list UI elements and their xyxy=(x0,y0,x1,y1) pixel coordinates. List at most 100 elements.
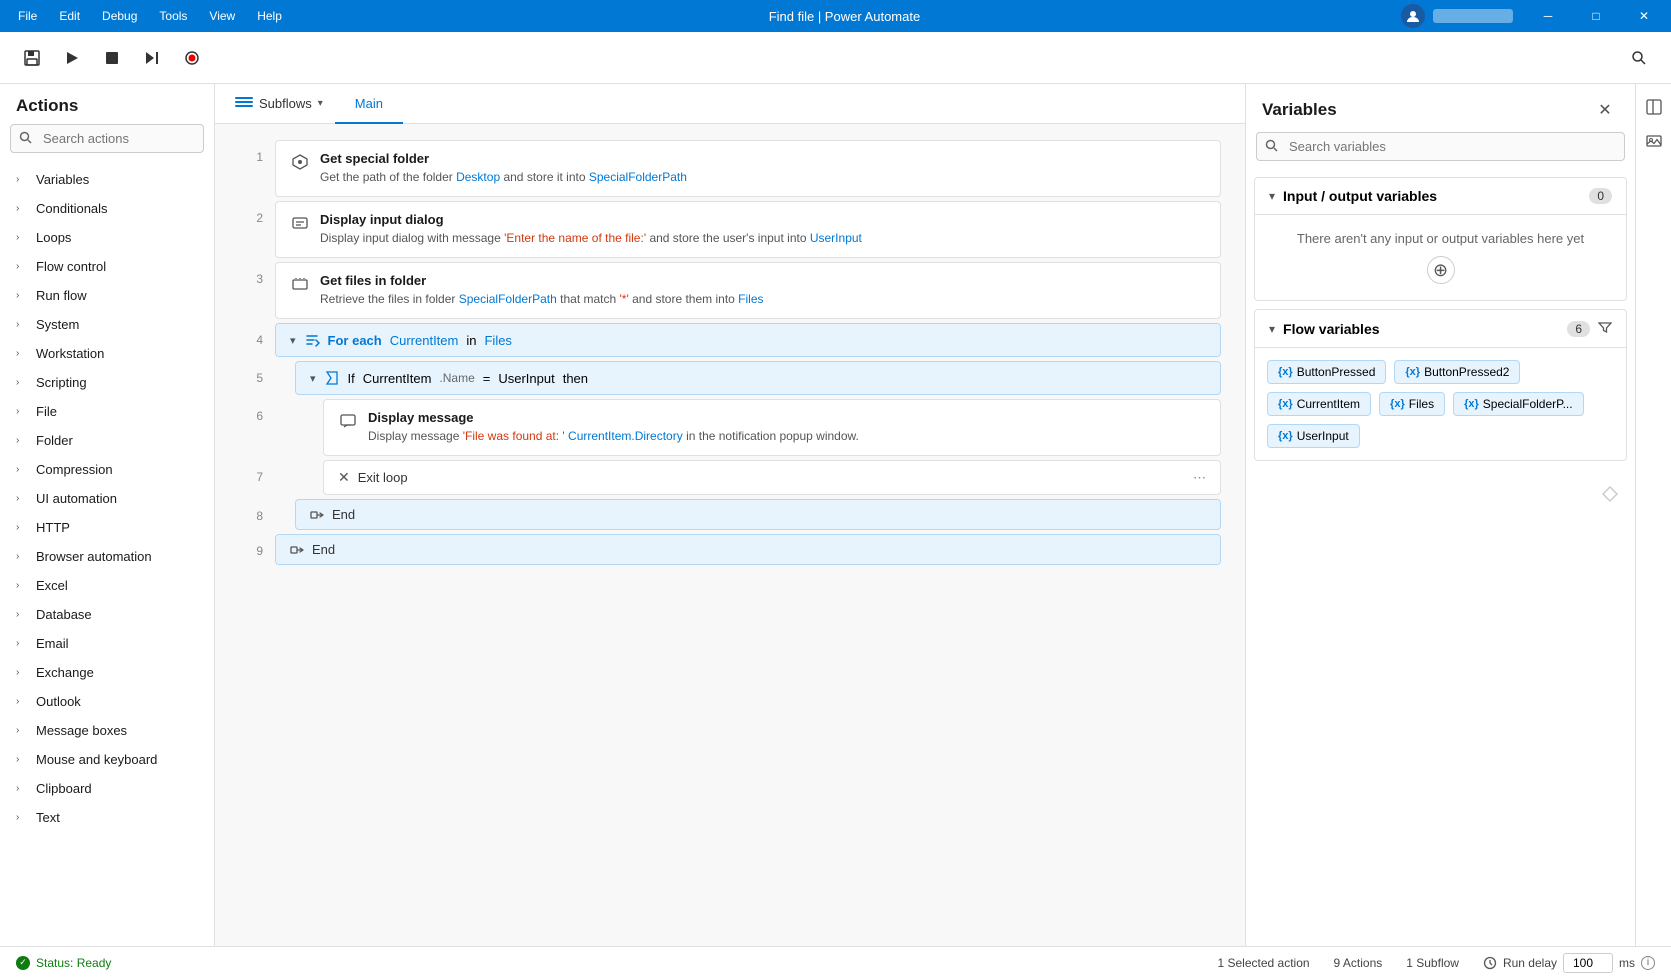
stop-button[interactable] xyxy=(96,42,128,74)
group-scripting[interactable]: Scripting xyxy=(0,368,214,397)
group-loops[interactable]: Loops xyxy=(0,223,214,252)
empty-message: There aren't any input or output variabl… xyxy=(1297,231,1584,246)
step-3: 3 Get files in folder Retrieve the files… xyxy=(239,262,1221,319)
group-conditionals[interactable]: Conditionals xyxy=(0,194,214,223)
group-outlook[interactable]: Outlook xyxy=(0,687,214,716)
step-card-1[interactable]: Get special folder Get the path of the f… xyxy=(275,140,1221,197)
record-button[interactable] xyxy=(176,42,208,74)
actions-search-input[interactable] xyxy=(10,124,204,153)
chevron-right-icon xyxy=(16,812,28,823)
group-mouseandkeyboard[interactable]: Mouse and keyboard xyxy=(0,745,214,774)
end-if-block[interactable]: End xyxy=(295,499,1221,530)
var-chip-currentitem[interactable]: {x} CurrentItem xyxy=(1267,392,1371,416)
group-folder[interactable]: Folder xyxy=(0,426,214,455)
run-button[interactable] xyxy=(56,42,88,74)
exit-loop-block[interactable]: ✕ Exit loop ⋯ xyxy=(323,460,1221,495)
group-workstation[interactable]: Workstation xyxy=(0,339,214,368)
group-clipboard[interactable]: Clipboard xyxy=(0,774,214,803)
menu-help[interactable]: Help xyxy=(247,5,292,27)
flow-variables-section: ▾ Flow variables 6 {x} ButtonPressed xyxy=(1254,309,1627,461)
menu-edit[interactable]: Edit xyxy=(49,5,90,27)
input-output-chevron-icon[interactable]: ▾ xyxy=(1269,189,1275,203)
flow-variables-header[interactable]: ▾ Flow variables 6 xyxy=(1255,310,1626,347)
tab-main[interactable]: Main xyxy=(335,84,403,124)
step-icon-1 xyxy=(290,152,310,172)
desc-var-specialfolderpath: SpecialFolderPath xyxy=(589,170,687,184)
end-foreach-block[interactable]: End xyxy=(275,534,1221,565)
account-area xyxy=(1389,4,1525,28)
step-9: 9 End xyxy=(239,534,1221,565)
add-variable-button[interactable]: ⊕ xyxy=(1427,256,1455,284)
if-header[interactable]: ▾ If CurrentItem .Name = UserInput then xyxy=(295,361,1221,395)
account-name xyxy=(1433,9,1513,23)
actions-panel: Actions Variables Conditionals Loops Flo… xyxy=(0,84,215,946)
var-chip-files[interactable]: {x} Files xyxy=(1379,392,1445,416)
titlebar: File Edit Debug Tools View Help Find fil… xyxy=(0,0,1671,32)
more-options-icon[interactable]: ⋯ xyxy=(1193,470,1206,486)
step-card-2[interactable]: Display input dialog Display input dialo… xyxy=(275,201,1221,258)
menu-view[interactable]: View xyxy=(199,5,245,27)
subflow-count: 1 Subflow xyxy=(1406,956,1459,970)
group-variables[interactable]: Variables xyxy=(0,165,214,194)
group-messageboxes[interactable]: Message boxes xyxy=(0,716,214,745)
group-runflow[interactable]: Run flow xyxy=(0,281,214,310)
var-chip-specialfolderpath[interactable]: {x} SpecialFolderP... xyxy=(1453,392,1584,416)
step-desc-3: Retrieve the files in folder SpecialFold… xyxy=(320,290,1206,308)
close-button[interactable]: ✕ xyxy=(1621,0,1667,32)
foreach-var1: CurrentItem xyxy=(390,333,459,348)
group-uiautomation[interactable]: UI automation xyxy=(0,484,214,513)
step-8: 8 End xyxy=(239,499,1221,530)
group-compression[interactable]: Compression xyxy=(0,455,214,484)
group-browserautomation[interactable]: Browser automation xyxy=(0,542,214,571)
save-button[interactable] xyxy=(16,42,48,74)
group-database[interactable]: Database xyxy=(0,600,214,629)
var-chip-buttonpressed[interactable]: {x} ButtonPressed xyxy=(1267,360,1386,384)
group-http[interactable]: HTTP xyxy=(0,513,214,542)
end-if-label: End xyxy=(332,507,355,522)
desc-mid-1: and store it into xyxy=(500,170,589,184)
step-1: 1 Get special folder Get the path of the… xyxy=(239,140,1221,197)
input-output-section: ▾ Input / output variables 0 There aren'… xyxy=(1254,177,1627,301)
if-collapse-icon[interactable]: ▾ xyxy=(310,372,316,385)
canvas-search-button[interactable] xyxy=(1623,42,1655,74)
step-button[interactable] xyxy=(136,42,168,74)
group-email[interactable]: Email xyxy=(0,629,214,658)
image-panel-toggle[interactable] xyxy=(1639,126,1669,156)
run-delay-info-icon[interactable]: i xyxy=(1641,956,1655,970)
ms-label: ms xyxy=(1619,956,1635,970)
flow-vars-chevron-icon[interactable]: ▾ xyxy=(1269,322,1275,336)
group-excel[interactable]: Excel xyxy=(0,571,214,600)
input-output-header[interactable]: ▾ Input / output variables 0 xyxy=(1255,178,1626,214)
minimize-button[interactable]: ─ xyxy=(1525,0,1571,32)
run-delay-container: Run delay ms i xyxy=(1483,953,1655,973)
group-text[interactable]: Text xyxy=(0,803,214,832)
variables-close-button[interactable]: ✕ xyxy=(1591,96,1619,124)
group-file[interactable]: File xyxy=(0,397,214,426)
maximize-button[interactable]: □ xyxy=(1573,0,1619,32)
input-output-body: There aren't any input or output variabl… xyxy=(1255,214,1626,300)
group-system[interactable]: System xyxy=(0,310,214,339)
step-6: 6 Display message Display message 'File … xyxy=(239,399,1221,456)
menu-debug[interactable]: Debug xyxy=(92,5,147,27)
subflows-button[interactable]: Subflows ▾ xyxy=(223,86,335,122)
var-chip-userinput[interactable]: {x} UserInput xyxy=(1267,424,1360,448)
step-card-3[interactable]: Get files in folder Retrieve the files i… xyxy=(275,262,1221,319)
variables-panel-toggle[interactable] xyxy=(1639,92,1669,122)
run-delay-input[interactable] xyxy=(1563,953,1613,973)
menu-tools[interactable]: Tools xyxy=(149,5,197,27)
variables-search-input[interactable] xyxy=(1256,132,1625,161)
foreach-collapse-icon[interactable]: ▾ xyxy=(290,334,296,347)
canvas-tabs: Subflows ▾ Main xyxy=(215,84,1245,124)
var-chip-buttonpressed2[interactable]: {x} ButtonPressed2 xyxy=(1394,360,1520,384)
menu-file[interactable]: File xyxy=(8,5,47,27)
account-icon[interactable] xyxy=(1401,4,1425,28)
step-card-6[interactable]: Display message Display message 'File wa… xyxy=(323,399,1221,456)
foreach-header[interactable]: ▾ For each CurrentItem in Files xyxy=(275,323,1221,357)
var-files-3: Files xyxy=(738,292,763,306)
step-desc-1: Get the path of the folder Desktop and s… xyxy=(320,168,1206,186)
chevron-right-icon xyxy=(16,551,28,562)
filter-icon[interactable] xyxy=(1598,320,1612,337)
group-exchange[interactable]: Exchange xyxy=(0,658,214,687)
group-flowcontrol[interactable]: Flow control xyxy=(0,252,214,281)
if-var2: UserInput xyxy=(498,371,554,386)
